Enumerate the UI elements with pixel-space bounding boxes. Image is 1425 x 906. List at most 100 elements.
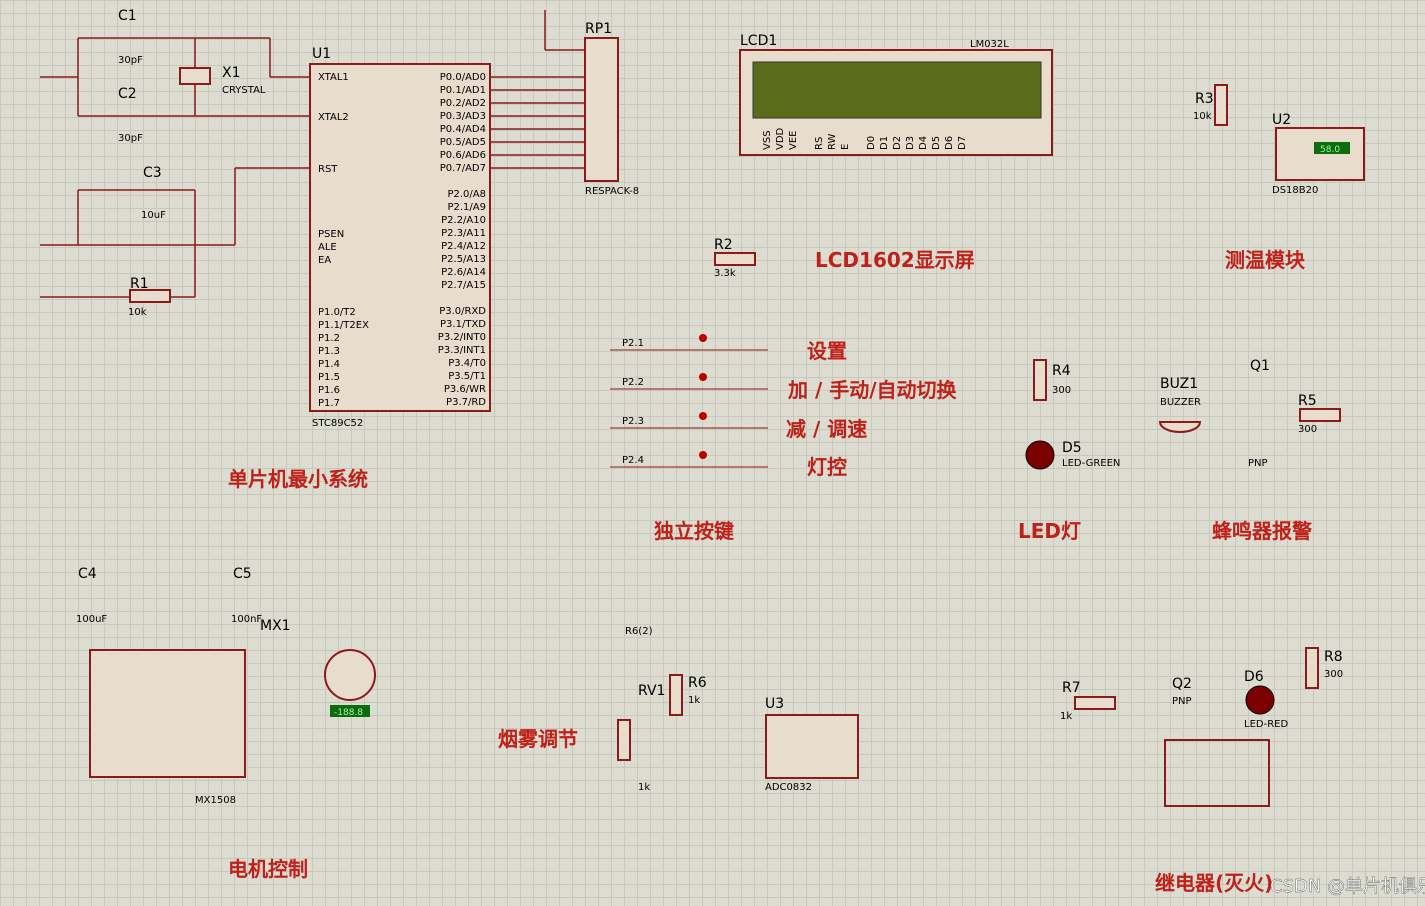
c1-value: 30pF [118, 55, 143, 66]
q2-value: PNP [1172, 696, 1192, 707]
mcu-pin-p3: P3.4/T0 [448, 358, 486, 369]
key-label-2: 加 / 手动/自动切换 [787, 378, 958, 402]
c1-ref: C1 [118, 8, 137, 24]
r5-value: 300 [1298, 424, 1317, 435]
mcu-pin-left: P1.3 [318, 346, 340, 357]
led-d6 [1245, 685, 1275, 715]
d6-value: LED-RED [1244, 719, 1288, 730]
lcd-pin: D6 [944, 136, 955, 150]
lcd-pin: D3 [905, 136, 916, 150]
r7-body [1074, 696, 1116, 710]
r3-value: 10k [1193, 111, 1212, 122]
section-smoke: 烟雾调节 [498, 727, 578, 751]
mx1508-body [89, 649, 246, 778]
mx-ref: MX1 [260, 618, 291, 634]
section-temp: 测温模块 [1225, 248, 1306, 272]
mcu-pin-p3: P3.1/TXD [440, 319, 486, 330]
lcd-pin: RS [814, 137, 825, 150]
d5-ref: D5 [1062, 440, 1082, 456]
key-net-label: P2.3 [622, 416, 644, 427]
lcd-pin: VDD [775, 127, 786, 150]
respack-body [584, 37, 619, 182]
mcu-pin-p0: P0.3/AD3 [440, 111, 486, 122]
motor [324, 649, 376, 701]
r5-ref: R5 [1298, 393, 1317, 409]
key-button[interactable] [699, 373, 707, 381]
r2-value: 3.3k [714, 268, 736, 279]
mcu-pin-left: ALE [318, 242, 337, 253]
lcd-pin: D2 [892, 136, 903, 150]
key-net-label: P2.2 [622, 377, 644, 388]
u2-value: DS18B20 [1272, 185, 1318, 196]
r4-ref: R4 [1052, 363, 1071, 379]
mcu-pin-p3: P3.5/T1 [448, 371, 486, 382]
rv1-value: 1k [638, 782, 650, 793]
mcu-pin-left: P1.7 [318, 398, 340, 409]
adc0832-body [765, 714, 859, 779]
c5-ref: C5 [233, 566, 252, 582]
mcu-pin-left: P1.1/T2EX [318, 320, 369, 331]
lcd-pin: VEE [788, 131, 799, 150]
watermark: CSDN @单片机俱乐部 [1270, 876, 1425, 897]
mcu-pin-left: P1.6 [318, 385, 340, 396]
section-led: LED灯 [1018, 519, 1081, 543]
r6-probe: R6(2) [625, 626, 653, 637]
r4-body [1033, 359, 1047, 401]
mcu-pin-p3: P3.0/RXD [439, 306, 486, 317]
r8-value: 300 [1324, 669, 1343, 680]
mcu-pin-left: XTAL1 [318, 72, 349, 83]
mcu-pin-p0: P0.7/AD7 [440, 163, 486, 174]
mcu-pin-p0: P0.1/AD1 [440, 85, 486, 96]
mcu-pin-p2: P2.1/A9 [447, 202, 486, 213]
mcu-pin-left: RST [318, 164, 338, 175]
mcu-pin-p0: P0.2/AD2 [440, 98, 486, 109]
section-buzzer: 蜂鸣器报警 [1212, 519, 1312, 543]
key-button[interactable] [699, 334, 707, 342]
r3-body [1214, 84, 1228, 126]
buz-value: BUZZER [1160, 397, 1201, 408]
c3-ref: C3 [143, 165, 162, 181]
u1-name: STC89C52 [312, 418, 363, 429]
buzzer-symbol [1158, 421, 1202, 433]
section-motor: 电机控制 [228, 857, 308, 881]
mcu-pin-p2: P2.3/A11 [441, 228, 486, 239]
key-label-4: 灯控 [807, 455, 847, 479]
x1-value: CRYSTAL [222, 85, 266, 96]
mcu-pin-left: P1.2 [318, 333, 340, 344]
q1-ref: Q1 [1250, 358, 1270, 374]
lcd-pin: D0 [866, 136, 877, 150]
r8-ref: R8 [1324, 649, 1343, 665]
d5-value: LED-GREEN [1062, 458, 1120, 469]
buz-ref: BUZ1 [1160, 376, 1198, 392]
mcu-pin-left: XTAL2 [318, 112, 349, 123]
mcu-pin-p2: P2.2/A10 [441, 215, 486, 226]
lcd-pin: D7 [957, 136, 968, 150]
key-button[interactable] [699, 412, 707, 420]
c2-ref: C2 [118, 86, 137, 102]
r7-value: 1k [1060, 711, 1072, 722]
section-lcd: LCD1602显示屏 [815, 248, 975, 272]
mcu-pin-p3: P3.7/RD [446, 397, 486, 408]
section-keys: 独立按键 [654, 519, 734, 543]
key-net-label: P2.1 [622, 338, 644, 349]
mcu-pin-p2: P2.6/A14 [441, 267, 486, 278]
relay-body [1164, 739, 1270, 807]
x1-ref: X1 [222, 65, 241, 81]
r2-ref: R2 [714, 237, 733, 253]
rp1-value: RESPACK-8 [585, 186, 639, 197]
r4-value: 300 [1052, 385, 1071, 396]
r7-ref: R7 [1062, 680, 1081, 696]
q2-ref: Q2 [1172, 676, 1192, 692]
lcd-model: LM032L [970, 39, 1009, 50]
key-net-label: P2.4 [622, 455, 644, 466]
mcu-pin-p3: P3.3/INT1 [438, 345, 486, 356]
r8-body [1305, 647, 1319, 689]
key-switches: P2.1 P2.2 P2.3 P2.4 [610, 334, 768, 468]
c2-value: 30pF [118, 133, 143, 144]
mcu-pin-left: P1.5 [318, 372, 340, 383]
r1-value: 10k [128, 307, 147, 318]
key-button[interactable] [699, 451, 707, 459]
lcd-screen [752, 61, 1042, 119]
mcu-pin-p2: P2.5/A13 [441, 254, 486, 265]
section-mcu: 单片机最小系统 [228, 467, 368, 491]
